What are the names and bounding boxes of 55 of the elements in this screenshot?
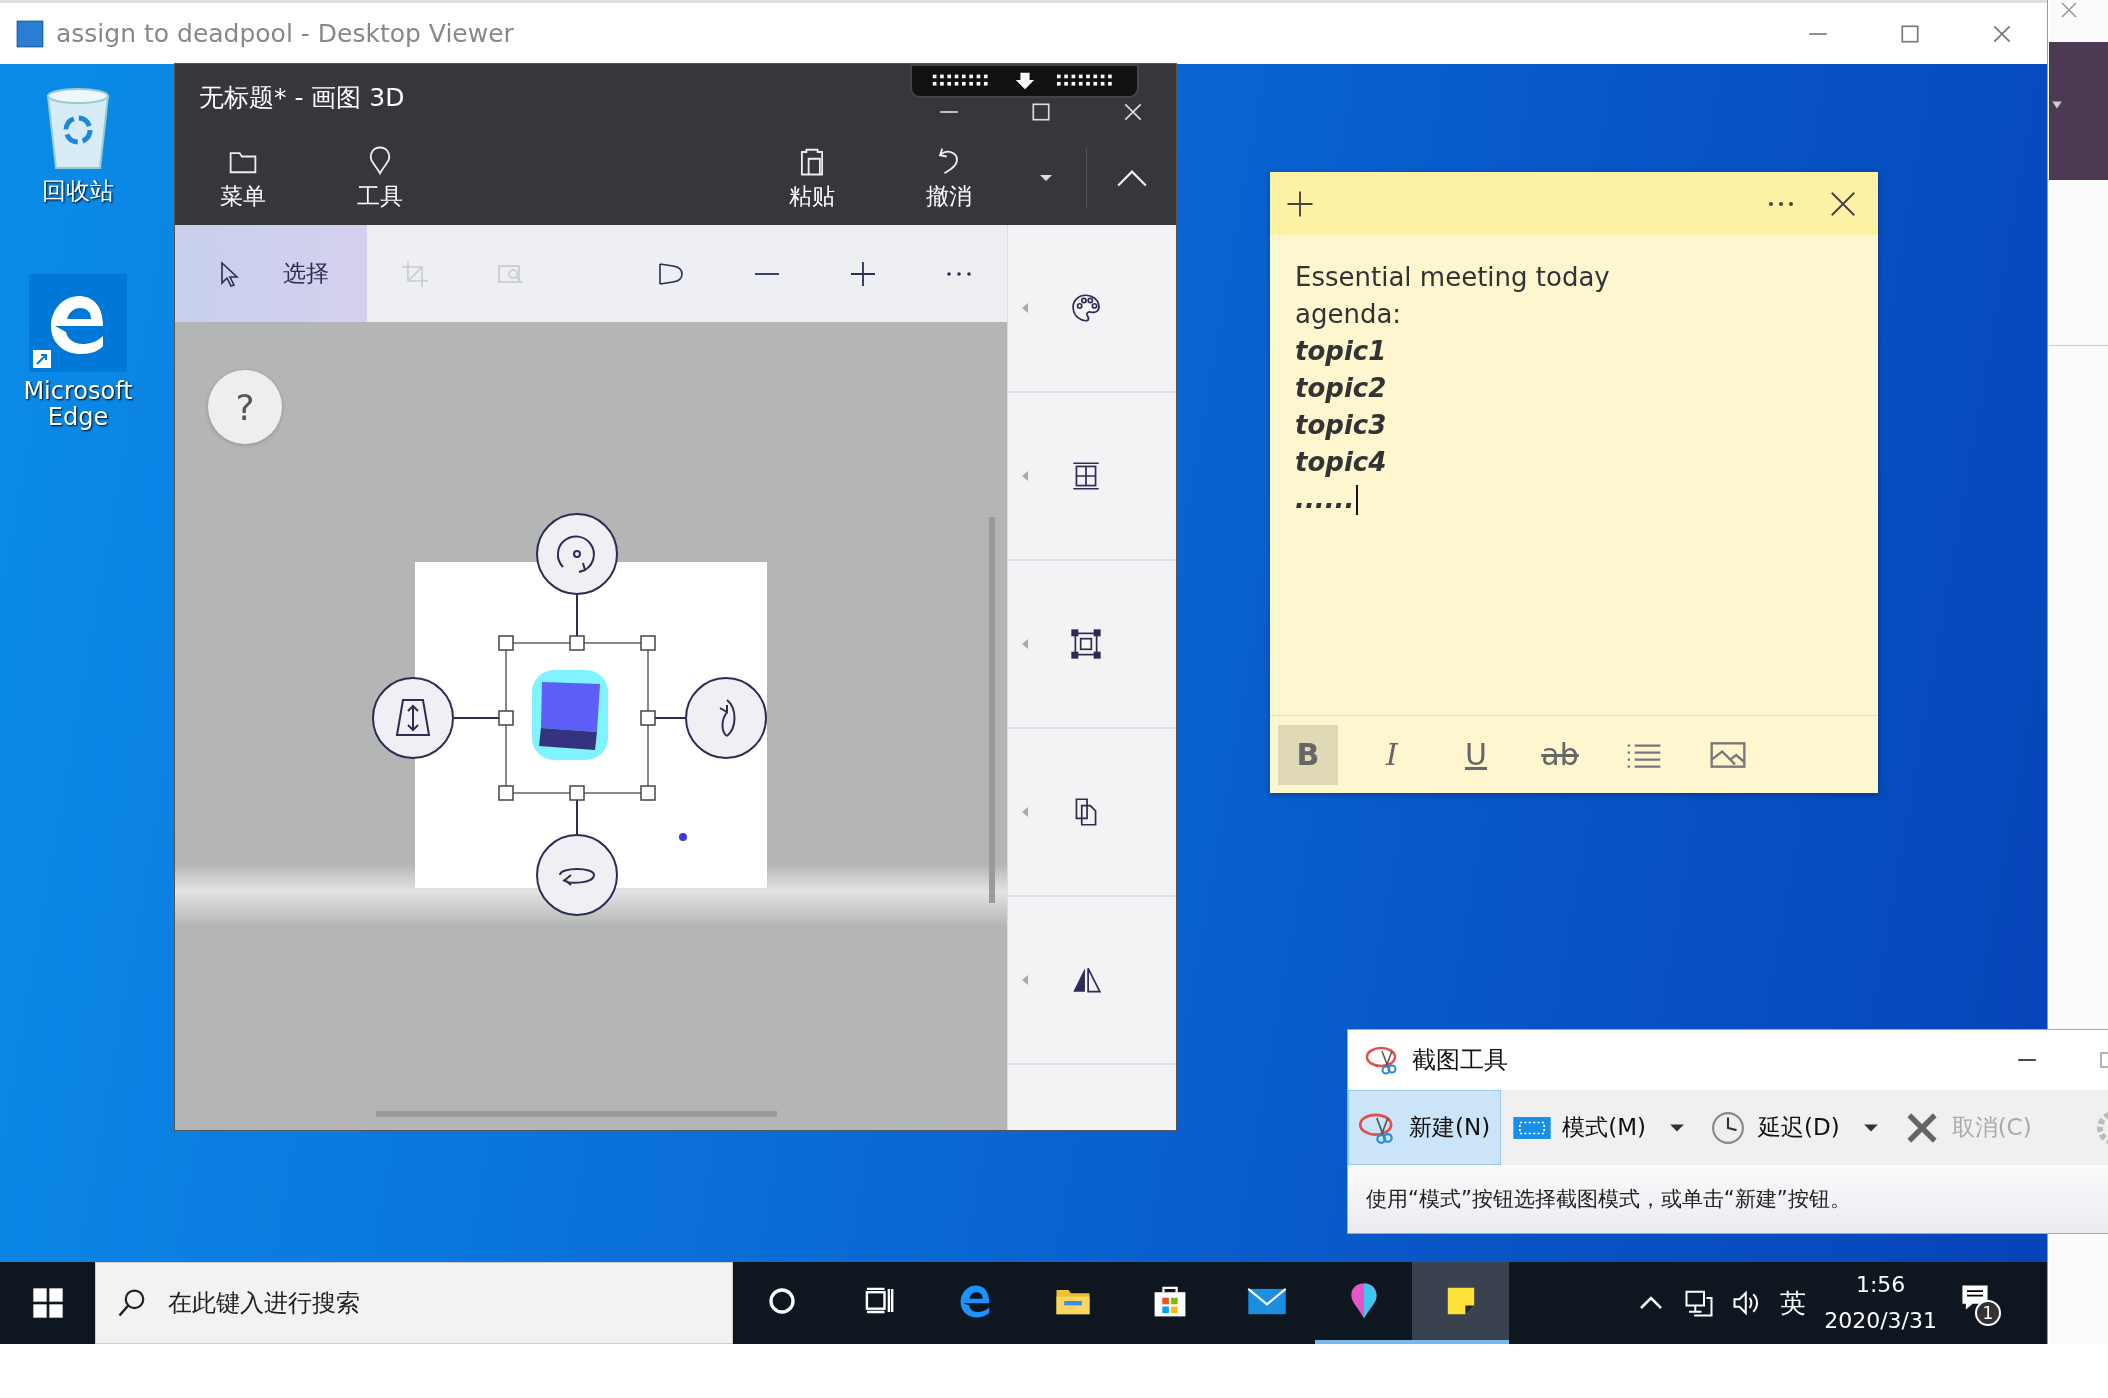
- clock-time: 1:56: [1855, 1271, 1906, 1299]
- tool-button[interactable]: 选择: [175, 225, 367, 322]
- caret-icon: [1021, 638, 1029, 650]
- close-icon[interactable]: [1122, 101, 1144, 123]
- caret-icon: [1021, 974, 1029, 986]
- clock[interactable]: 1:56 2020/3/31: [1824, 1267, 1937, 1339]
- desktop-icon-label[interactable]: Microsoft Edge: [18, 378, 138, 431]
- note-text: topic2: [1295, 372, 1387, 405]
- cube-drawing[interactable]: [532, 670, 608, 760]
- mode-button[interactable]: 模式(M): [1501, 1090, 1657, 1165]
- sticky-note-icon[interactable]: [1412, 1262, 1509, 1344]
- notification-count: 1: [1975, 1300, 2001, 1326]
- italic-button[interactable]: I: [1362, 724, 1422, 785]
- network-icon[interactable]: [1684, 1288, 1715, 1318]
- ribbon-button[interactable]: 粘贴: [764, 143, 860, 212]
- clock-date: 2020/3/31: [1824, 1307, 1937, 1335]
- note-text: topic3: [1295, 409, 1387, 442]
- caret-icon[interactable]: [2051, 100, 2063, 110]
- desktop-icon-label[interactable]: 回收站: [18, 178, 138, 205]
- note-text: ......: [1295, 483, 1355, 516]
- browser-icon[interactable]: [29, 274, 127, 372]
- note-text: agenda:: [1295, 298, 1402, 331]
- caret-icon: [1021, 806, 1029, 818]
- caret-icon: [1021, 470, 1029, 482]
- new-snip-button[interactable]: 新建(N): [1348, 1090, 1502, 1165]
- ribbon-button[interactable]: 工具: [332, 143, 428, 212]
- search-icon: [117, 1288, 147, 1318]
- app-icon: [16, 19, 44, 48]
- note-text: topic1: [1295, 335, 1387, 368]
- delay-button[interactable]: 延迟(D): [1696, 1090, 1851, 1165]
- scroll-bar[interactable]: [376, 1111, 777, 1117]
- window-title: assign to deadpool - Desktop Viewer: [56, 19, 514, 48]
- scroll-bar[interactable]: [989, 517, 995, 903]
- viewer-toolbar-handle[interactable]: [910, 64, 1139, 98]
- palette-icon[interactable]: [1069, 291, 1103, 325]
- maximize-icon[interactable]: [1899, 22, 1921, 45]
- point-marker: [679, 833, 687, 841]
- strikethrough-button[interactable]: ab: [1530, 724, 1590, 785]
- underline-button[interactable]: U: [1446, 724, 1506, 785]
- input-method-indicator[interactable]: 英: [1780, 1285, 1807, 1321]
- frame-icon[interactable]: [1069, 627, 1103, 661]
- caret-icon: [1021, 302, 1029, 314]
- start-button[interactable]: [32, 1287, 64, 1319]
- ribbon-button[interactable]: 菜单: [195, 143, 291, 212]
- note-text: topic4: [1295, 446, 1387, 479]
- transform-gizmo-drawing[interactable]: [372, 513, 767, 916]
- ribbon-button[interactable]: 撤消: [901, 143, 997, 212]
- window-title: 无标题* - 画图 3D: [199, 81, 405, 114]
- bold-button[interactable]: B: [1278, 724, 1338, 785]
- help-button[interactable]: ?: [208, 370, 282, 444]
- window-title: 截图工具: [1412, 1045, 1508, 1076]
- search-field[interactable]: 在此键入进行搜索: [95, 1262, 733, 1344]
- maximize-icon[interactable]: [1030, 101, 1052, 123]
- status-text: 使用“模式”按钮选择截图模式，或单击“新建”按钮。: [1366, 1186, 1851, 1213]
- note-text: Essential meeting today: [1295, 261, 1610, 294]
